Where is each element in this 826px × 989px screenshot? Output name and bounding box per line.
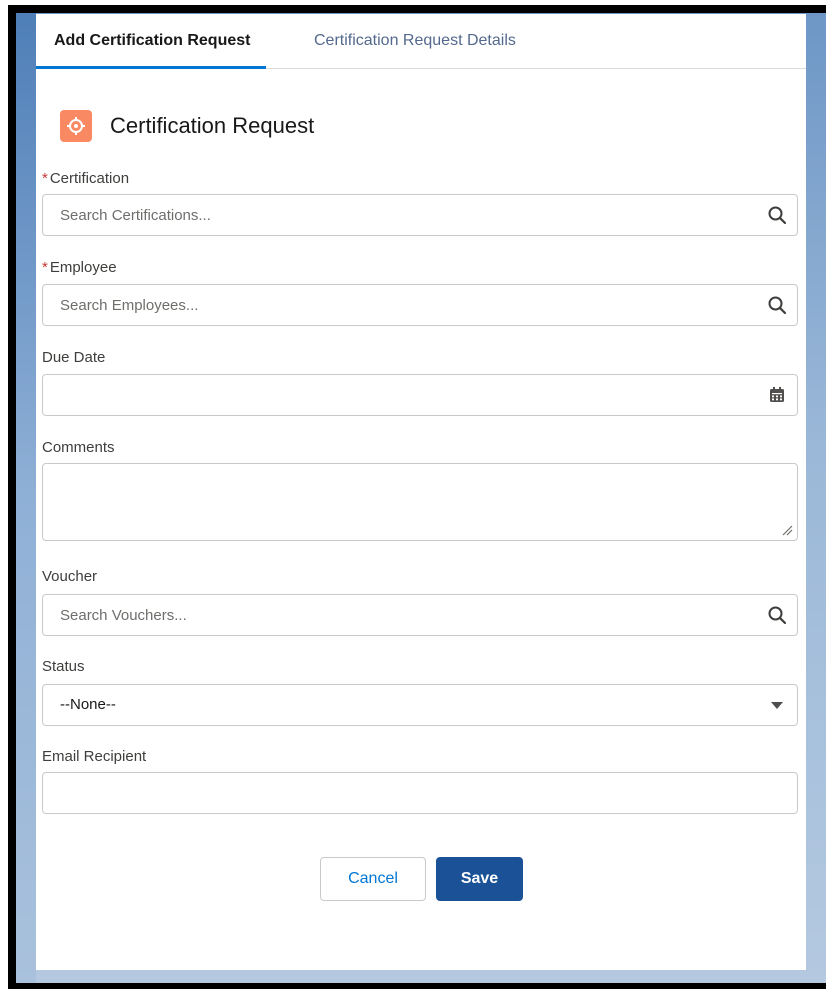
employee-lookup[interactable] [42, 284, 798, 326]
tab-add-certification-request[interactable]: Add Certification Request [36, 14, 267, 69]
certification-lookup[interactable] [42, 194, 798, 236]
voucher-lookup[interactable] [42, 594, 798, 636]
status-label: Status [42, 658, 85, 675]
resize-handle-icon[interactable] [781, 524, 793, 536]
search-icon[interactable] [767, 295, 787, 315]
employee-label-text: Employee [49, 259, 117, 276]
comments-textarea[interactable] [43, 464, 797, 546]
certification-input[interactable] [43, 195, 740, 235]
caret-down-icon[interactable] [767, 695, 787, 715]
comments-field[interactable] [42, 463, 798, 546]
form-card: Add Certification Request Certification … [36, 14, 806, 970]
record-gear-icon [60, 110, 92, 142]
email-recipient-label: Email Recipient [42, 748, 147, 765]
email-recipient-input[interactable] [43, 773, 740, 813]
search-icon[interactable] [767, 605, 787, 625]
status-select[interactable]: --None-- [42, 684, 798, 726]
left-edge-strip [16, 13, 36, 983]
calendar-icon[interactable] [767, 385, 787, 405]
comments-label: Comments [42, 439, 115, 456]
certification-label-text: Certification [49, 170, 130, 187]
employee-input[interactable] [43, 285, 740, 325]
employee-label: * Employee [42, 259, 117, 276]
due-date-field[interactable] [42, 374, 798, 416]
required-marker: * [42, 259, 48, 276]
voucher-input[interactable] [43, 595, 740, 635]
save-button[interactable]: Save [436, 857, 523, 901]
due-date-input[interactable] [43, 375, 740, 415]
form-header: Certification Request [60, 110, 314, 142]
status-selected-value: --None-- [60, 696, 116, 713]
tab-bar: Add Certification Request Certification … [36, 14, 806, 69]
due-date-label: Due Date [42, 349, 106, 366]
voucher-label: Voucher [42, 568, 98, 585]
certification-label: * Certification [42, 170, 129, 187]
email-recipient-field[interactable] [42, 772, 798, 814]
search-icon[interactable] [767, 205, 787, 225]
cancel-button[interactable]: Cancel [320, 857, 426, 901]
page-title: Certification Request [110, 113, 315, 138]
required-marker: * [42, 170, 48, 187]
tab-certification-request-details[interactable]: Certification Request Details [314, 14, 516, 68]
